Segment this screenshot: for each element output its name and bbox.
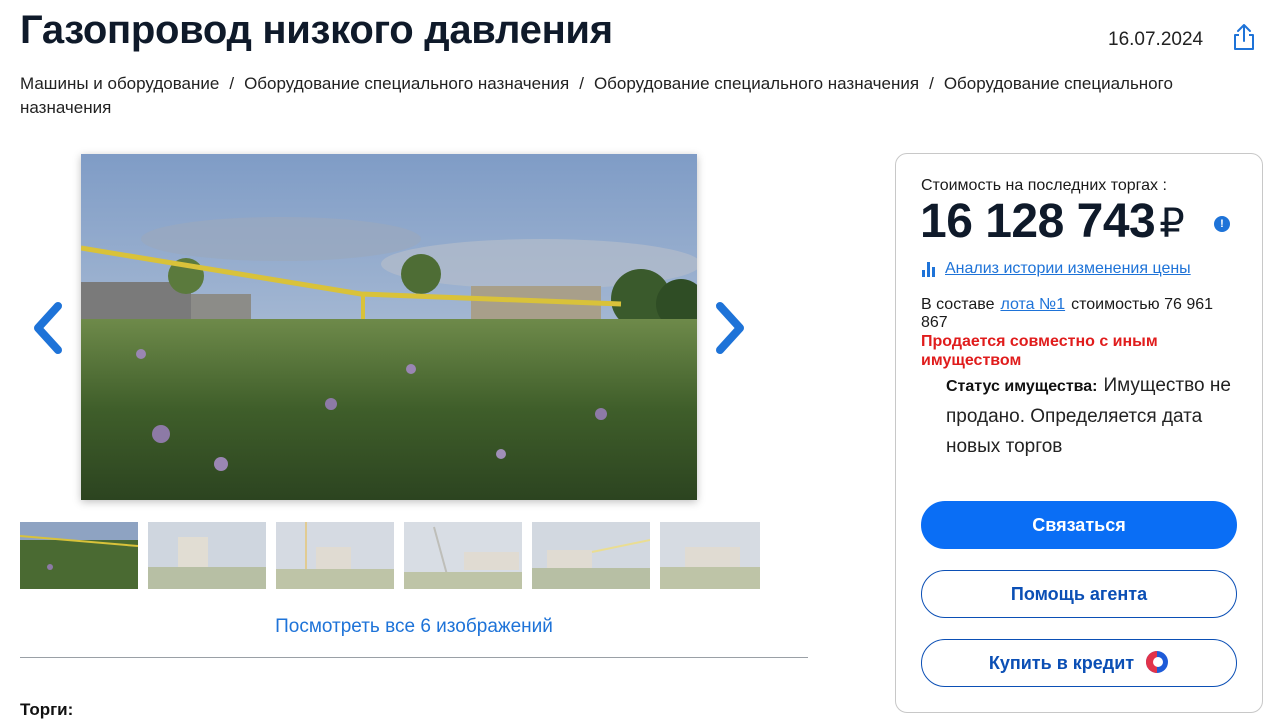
thumbnail-6[interactable] [660, 522, 760, 589]
page-title: Газопровод низкого давления [20, 8, 613, 52]
property-status: Статус имущества: Имущество не продано. О… [946, 371, 1236, 462]
breadcrumb: Машины и оборудование / Оборудование специ… [20, 74, 1173, 117]
thumbnail-3[interactable] [276, 522, 394, 589]
price-amount: 16 128 743 [920, 195, 1156, 248]
chevron-left-icon [34, 302, 62, 354]
status-label: Статус имущества: [946, 378, 1098, 395]
share-button[interactable] [1230, 22, 1258, 52]
buy-credit-button[interactable]: Купить в кредит [921, 639, 1237, 687]
composition-prefix: В составе [921, 296, 995, 313]
price-value: 16 128 743 ₽ [920, 194, 1185, 249]
lot-composition: В составе лота №1 стоимостью 76 961 867 [921, 296, 1241, 332]
thumbnail-5[interactable] [532, 522, 650, 589]
price-label: Стоимость на последних торгах : [921, 177, 1167, 194]
auction-section-label: Торги: [20, 700, 74, 719]
price-card: Стоимость на последних торгах : 16 128 7… [895, 153, 1263, 713]
thumbnail-2[interactable] [148, 522, 266, 589]
joint-sale-warning: Продается совместно с иным имуществом [921, 333, 1158, 369]
publish-date: 16.07.2024 [1108, 29, 1204, 50]
breadcrumb-item[interactable]: Оборудование специального назначения [594, 74, 919, 93]
chevron-right-icon [716, 302, 744, 354]
thumbnail-4[interactable] [404, 522, 522, 589]
currency-symbol: ₽ [1159, 202, 1185, 246]
thumbnail-strip [20, 522, 760, 589]
price-history-link[interactable]: Анализ истории изменения цены [945, 260, 1191, 277]
buy-credit-label: Купить в кредит [988, 653, 1135, 673]
info-icon[interactable]: ! [1214, 216, 1230, 232]
gallery-next-button[interactable] [710, 298, 750, 358]
lot-link[interactable]: лота №1 [1000, 296, 1065, 313]
breadcrumb-item[interactable]: Машины и оборудование [20, 74, 219, 93]
view-all-images-link[interactable]: Посмотреть все 6 изображений [20, 616, 808, 638]
bank-logo-icon [1146, 651, 1169, 674]
breadcrumb-item[interactable]: Оборудование специального назначения [244, 74, 569, 93]
gallery-prev-button[interactable] [28, 298, 68, 358]
divider [20, 657, 808, 658]
contact-button[interactable]: Связаться [921, 501, 1237, 549]
main-photo[interactable] [81, 154, 697, 500]
share-icon [1234, 24, 1254, 50]
bar-chart-icon [922, 262, 935, 277]
thumbnail-1[interactable] [20, 522, 138, 589]
price-history-row: Анализ истории изменения цены [921, 259, 1191, 278]
agent-help-button[interactable]: Помощь агента [921, 570, 1237, 618]
